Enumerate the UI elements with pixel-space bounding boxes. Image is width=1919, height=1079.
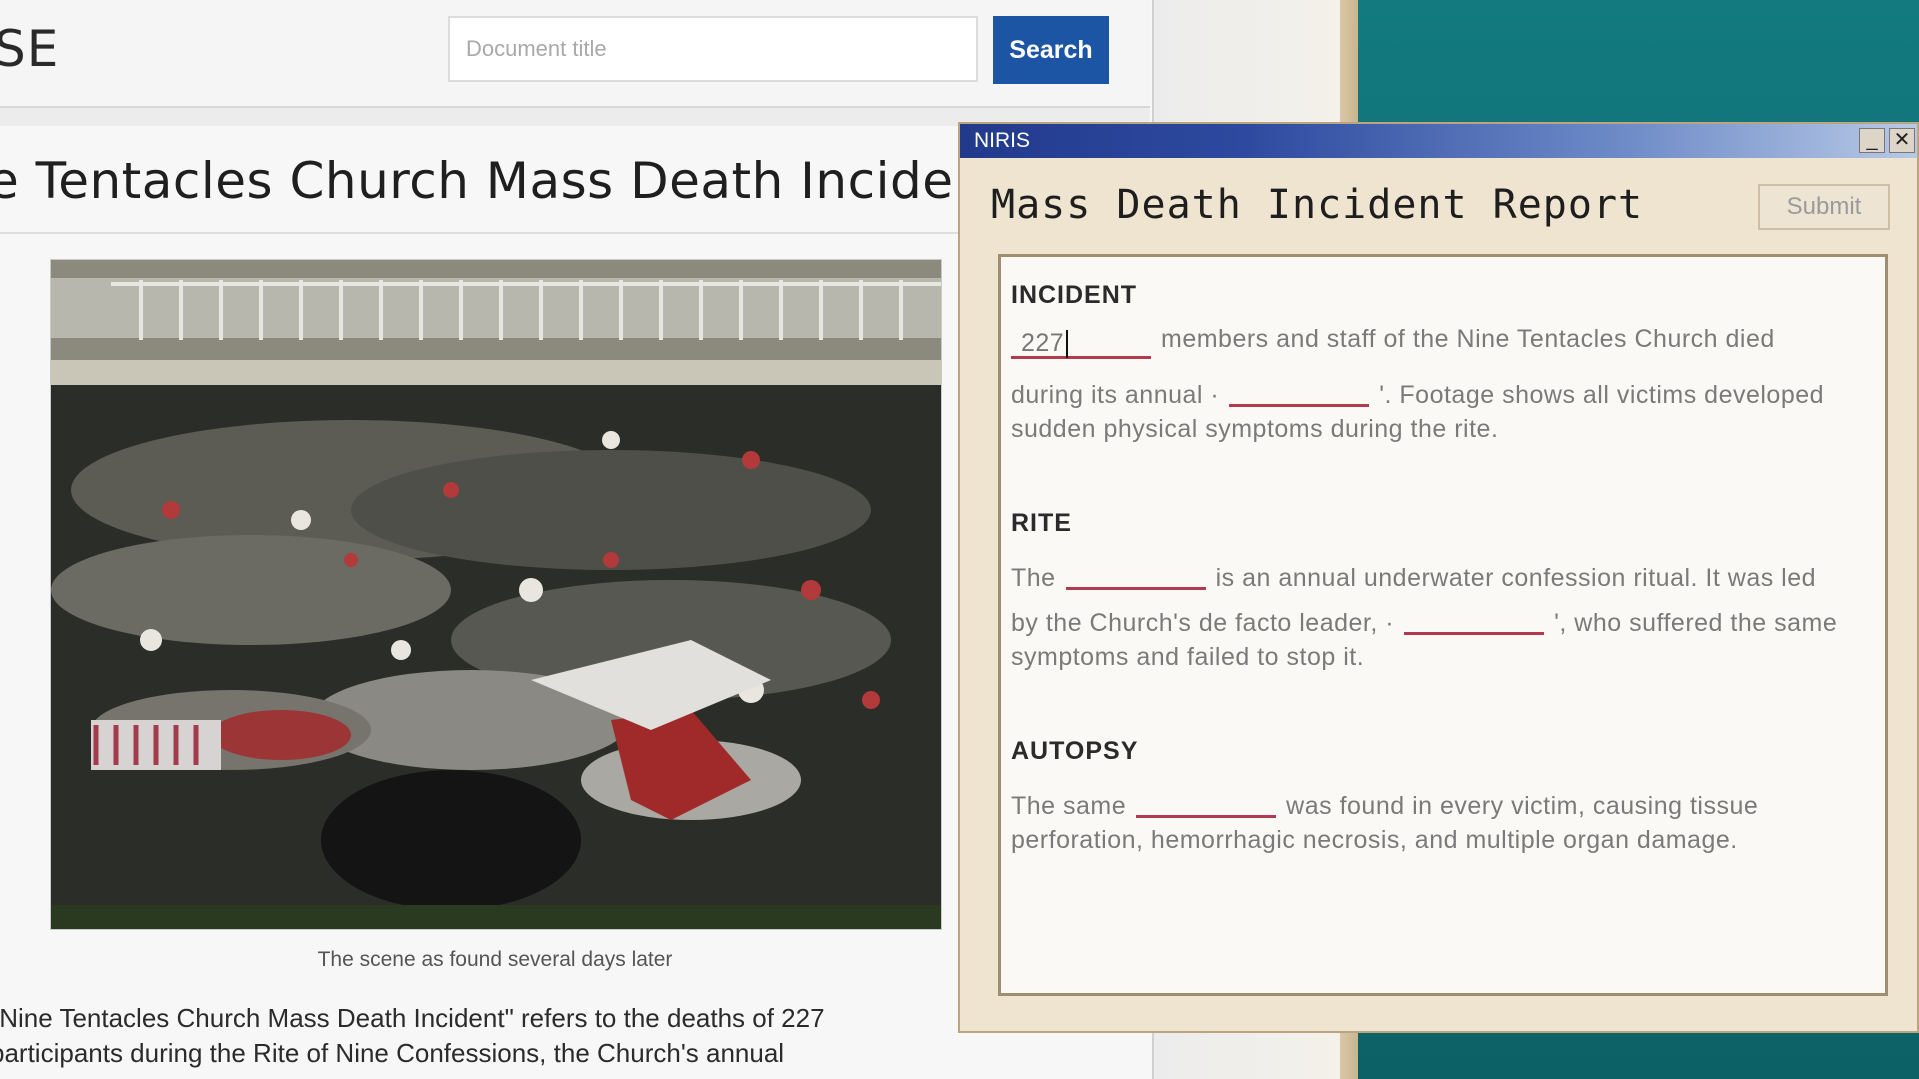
niris-titlebar[interactable]: NIRIS _ ✕ [960, 124, 1917, 158]
rite-line-1-after: is an annual underwater confession ritua… [1215, 564, 1817, 592]
incident-line-2-before: during its annual · [1011, 381, 1220, 409]
article-body-line: "Nine Tentacles Church Mass Death Incide… [0, 1003, 825, 1033]
niris-window-title: NIRIS [974, 129, 1031, 152]
incident-count-value: 227 [1021, 329, 1065, 357]
autopsy-line-1-after: was found in every victim, causing tissu… [1286, 792, 1759, 820]
incident-count-blank[interactable]: 227 [1011, 329, 1151, 359]
photo-caption: The scene as found several days later [317, 948, 673, 971]
incident-line-1-text: members and staff of the Nine Tentacles … [1161, 325, 1775, 353]
submit-button[interactable]: Submit [1758, 184, 1890, 230]
rite-name-blank[interactable] [1229, 374, 1370, 407]
report-title: Mass Death Incident Report [991, 182, 1644, 228]
text-caret [1066, 330, 1069, 359]
article-title: e Tentacles Church Mass Death Incident [0, 152, 1006, 210]
title-divider [0, 232, 960, 234]
rite-line-2-after: ', who suffered the same [1554, 609, 1838, 637]
leader-blank[interactable] [1404, 602, 1545, 635]
search-input[interactable] [448, 16, 978, 82]
article-body: "Nine Tentacles Church Mass Death Incide… [0, 1001, 1110, 1071]
search-button[interactable]: Search [993, 16, 1109, 84]
rite-line-1: The is an annual underwater confession ri… [1011, 553, 1816, 593]
site-header: SE Search [0, 0, 1150, 105]
incident-line-1: 227 members and staff of the Nine Tentacl… [1011, 325, 1775, 359]
section-heading-rite: RITE [1011, 509, 1072, 537]
close-icon[interactable]: ✕ [1889, 128, 1915, 153]
section-heading-incident: INCIDENT [1011, 281, 1138, 309]
report-panel: INCIDENT 227 members and staff of the Nin… [998, 254, 1888, 996]
article-body-line: participants during the Rite of Nine Con… [0, 1038, 785, 1068]
rite-line-3: symptoms and failed to stop it. [1011, 643, 1365, 671]
autopsy-blank[interactable] [1136, 785, 1277, 818]
incident-line-3: sudden physical symptoms during the rite… [1011, 415, 1499, 443]
autopsy-line-1: The same was found in every victim, causi… [1011, 781, 1758, 821]
article-photo [50, 259, 942, 930]
minimize-icon[interactable]: _ [1859, 128, 1885, 153]
rite-line-2: by the Church's de facto leader, · ', who… [1011, 598, 1837, 638]
site-logo: SE [0, 20, 60, 78]
incident-line-2: during its annual · '. Footage shows all … [1011, 370, 1824, 410]
rite-line-2-before: by the Church's de facto leader, · [1011, 609, 1395, 637]
autopsy-line-2: perforation, hemorrhagic necrosis, and m… [1011, 826, 1738, 854]
section-heading-autopsy: AUTOPSY [1011, 737, 1139, 765]
rite-line-1-before: The [1011, 564, 1056, 592]
ritual-blank[interactable] [1065, 557, 1206, 590]
incident-line-2-after: '. Footage shows all victims developed [1379, 381, 1825, 409]
autopsy-line-1-before: The same [1011, 792, 1127, 820]
niris-window: NIRIS _ ✕ Mass Death Incident Report Sub… [958, 122, 1919, 1033]
